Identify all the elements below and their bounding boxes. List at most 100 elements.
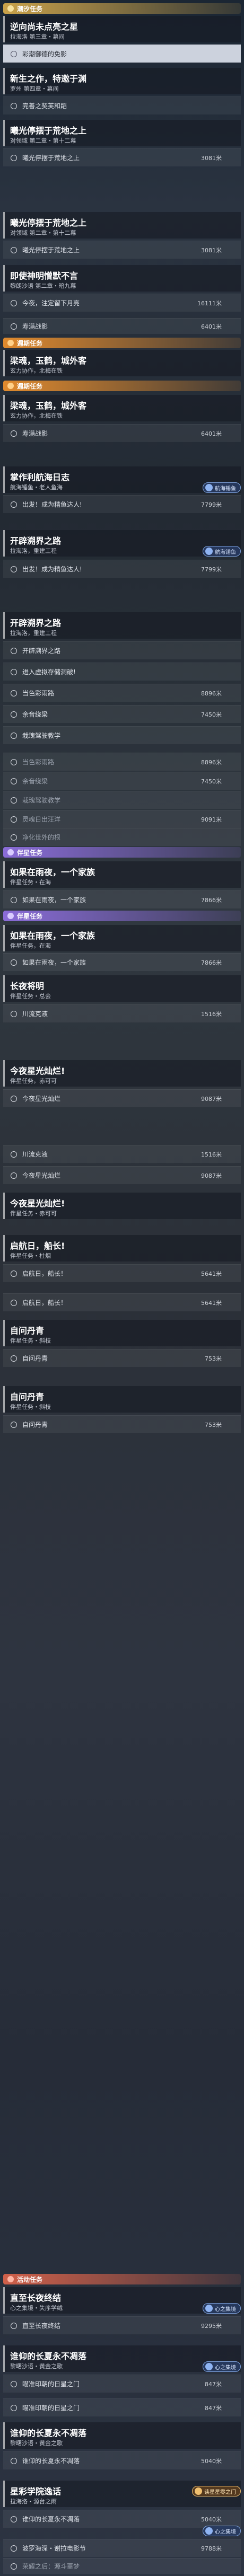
checkbox-icon xyxy=(11,711,17,718)
badge-label: 心之集境 xyxy=(215,2306,236,2313)
badge-label: 读星星零之门 xyxy=(204,2489,236,2495)
objective-row[interactable]: 灵魂日出汪洋 9091米 xyxy=(3,810,241,828)
checkbox-icon xyxy=(11,732,17,739)
objective-row[interactable]: 波罗海深・谢拉电影节 9788米 xyxy=(3,2539,241,2557)
objective-text: 启航日，船长！ xyxy=(22,1299,67,1307)
checkbox-icon xyxy=(11,1172,17,1179)
fish-badge[interactable]: 航海锤鱼 xyxy=(203,546,241,557)
distance-value: 7866米 xyxy=(201,959,222,966)
objective-row[interactable]: 余音绕梁 7450米 xyxy=(3,772,241,790)
footer-row[interactable]: 荣耀之后：源斗噩梦 xyxy=(3,2558,241,2574)
objective-row[interactable]: 栽瑰驾驶教学 xyxy=(3,791,241,809)
objective-row[interactable]: 当色彩雨路 8896米 xyxy=(3,684,241,702)
objective-row[interactable]: 启航日，船长！ 5641米 xyxy=(3,1293,241,1311)
quest-card[interactable]: 如果在雨夜，一个家族 伴星任务，在海 xyxy=(3,925,241,951)
objective-row[interactable]: 自问丹青 753米 xyxy=(3,1415,241,1433)
objective-row[interactable]: 瞄准印朝的日星之门 847米 xyxy=(3,2398,241,2416)
section-title: 潮汐任务 xyxy=(17,5,43,13)
objective-row[interactable]: 今夜星光灿烂 9087米 xyxy=(3,1166,241,1184)
quest-subtitle: 黎曙沙语・黄金之歌 xyxy=(10,2363,63,2370)
heart-badge[interactable]: 心之集境 xyxy=(203,2526,241,2536)
objective-row[interactable]: 当色彩雨路 8896米 xyxy=(3,753,241,771)
objective-row[interactable]: 进入虚拟存储洞破! xyxy=(3,663,241,681)
section-header-event[interactable]: 活动任务 xyxy=(3,2274,241,2284)
quest-card[interactable]: 开辟溯界之路 拉海洛，重建工程 xyxy=(3,612,241,639)
quest-card[interactable]: 曦光停摆于荒地之上 对领域 第二章・第十二幕 xyxy=(3,212,241,239)
heart-badge[interactable]: 心之集境 xyxy=(203,2303,241,2314)
objective-row[interactable]: 谁仰的长夏永不凋落 5040米 xyxy=(3,2451,241,2469)
quest-title: 掌作利航海日志 xyxy=(10,472,70,482)
objective-row[interactable]: 启航日，船长！ 5641米 xyxy=(3,1264,241,1282)
star-badge[interactable]: 读星星零之门 xyxy=(192,2486,241,2496)
section-header-companion[interactable]: 伴星任务 xyxy=(3,847,241,858)
checkbox-icon xyxy=(11,1095,17,1102)
objective-text: 出发！成为精鱼达人! xyxy=(22,566,82,573)
objective-row[interactable]: 曦光停摆于荒地之上 3081米 xyxy=(3,148,241,166)
objective-row[interactable]: 净化世外的根 xyxy=(3,828,241,846)
quest-card[interactable]: 梁魂，玉鹤，城外客 玄力协作，北梅在铁 xyxy=(3,350,241,376)
quest-title: 梁魂，玉鹤，城外客 xyxy=(10,401,87,411)
quest-card[interactable]: 如果在雨夜，一个家族 伴星任务・在海 xyxy=(3,861,241,888)
objective-text: 栽瑰驾驶教学 xyxy=(22,797,61,804)
objective-row[interactable]: 曦光停摆于荒地之上 3081米 xyxy=(3,241,241,259)
distance-value: 847米 xyxy=(205,2404,222,2412)
objective-row[interactable]: 完善之契芙和蹈 xyxy=(3,96,241,114)
quest-card[interactable]: 自问丹青 伴星任务・斜枝 xyxy=(3,1320,241,1346)
heart-badge[interactable]: 心之集境 xyxy=(203,2361,241,2372)
quest-card[interactable]: 长夜将明 伴星任务・总会 xyxy=(3,975,241,1002)
companion-icon xyxy=(7,913,14,919)
objective-row[interactable]: 寿满战影 6401米 xyxy=(3,318,241,334)
checkbox-icon xyxy=(11,1151,17,1158)
distance-value: 9091米 xyxy=(201,816,222,823)
quest-title: 今夜星光灿烂! xyxy=(10,1198,65,1208)
objective-text: 瞄准印朝的日星之门 xyxy=(22,2404,80,2412)
objective-row[interactable]: 彩潮御德的免影 xyxy=(3,45,241,63)
objective-text: 栽瑰驾驶教学 xyxy=(22,732,61,739)
quest-card[interactable]: 逆向尚未点亮之星 拉海洛 第三章・幕间 xyxy=(3,16,241,42)
quest-title: 即使神明憎默不言 xyxy=(10,271,79,281)
objective-row[interactable]: 栽瑰驾驶教学 xyxy=(3,726,241,744)
section-title: 週期任务 xyxy=(17,339,43,347)
quest-card[interactable]: 梁魂，玉鹤，城外客 玄力协作，北梅在铁 xyxy=(3,395,241,421)
quest-card[interactable]: 曦光停摆于荒地之上 对领域 第二章・第十二幕 xyxy=(3,120,241,146)
section-header-tidal[interactable]: 潮汐任务 xyxy=(3,3,241,14)
objective-row[interactable]: 自问丹青 753米 xyxy=(3,1349,241,1367)
quest-card[interactable]: 自问丹青 伴星任务・斜枝 xyxy=(3,1386,241,1413)
quest-card[interactable]: 今夜星光灿烂! 伴星任务，赤可可 xyxy=(3,1060,241,1087)
distance-value: 1516米 xyxy=(201,1151,222,1158)
objective-row[interactable]: 瞄准印朝的日星之门 847米 xyxy=(3,2375,241,2393)
objective-row[interactable]: 直至长夜终结 9295米 xyxy=(3,2316,241,2334)
checkbox-icon xyxy=(11,1270,17,1277)
objective-row[interactable]: 谁仰的长夏永不凋落 5040米 xyxy=(3,2510,241,2528)
badge-label: 心之集境 xyxy=(215,2529,236,2535)
objective-row[interactable]: 出发！成为精鱼达人! 7799米 xyxy=(3,495,241,513)
objective-row[interactable]: 开辟溯界之路 xyxy=(3,641,241,659)
checkbox-icon xyxy=(11,501,17,508)
objective-row[interactable]: 今夜，注定留下月亮 16111米 xyxy=(3,294,241,312)
objective-row[interactable]: 川流克液 1516米 xyxy=(3,1004,241,1022)
objective-row[interactable]: 寿满战影 6401米 xyxy=(3,424,241,442)
quest-card[interactable]: 新生之作，特邀于渊 罗州 第四章・幕间 xyxy=(3,68,241,94)
quest-card[interactable]: 启航日，船长! 伴星任务・杜烟 xyxy=(3,1235,241,1261)
section-header-companion-2[interactable]: 伴星任务 xyxy=(3,911,241,921)
quest-subtitle: 对领域 第二章・第十二幕 xyxy=(10,230,76,236)
objective-row[interactable]: 余音绕梁 7450米 xyxy=(3,705,241,723)
objective-row[interactable]: 今夜星光灿烂 9087米 xyxy=(3,1089,241,1107)
objective-row[interactable]: 如果在雨夜，一个家族 7866米 xyxy=(3,953,241,971)
section-header-periodic-2[interactable]: 週期任务 xyxy=(3,381,241,391)
quest-card[interactable]: 今夜星光灿烂! 伴星任务・赤可可 xyxy=(3,1193,241,1219)
objective-row[interactable]: 出发！成为精鱼达人! 7799米 xyxy=(3,560,241,578)
objective-row[interactable]: 川流克液 1516米 xyxy=(3,1145,241,1163)
objective-text: 川流克液 xyxy=(22,1010,48,1018)
fish-badge[interactable]: 航海锤鱼 xyxy=(203,482,241,493)
objective-text: 如果在雨夜，一个家族 xyxy=(22,959,86,966)
quest-card[interactable]: 谁仰的长夏永不凋落 黎曙沙语・黄金之歌 xyxy=(3,2422,241,2449)
objective-row[interactable]: 如果在雨夜，一个家族 7866米 xyxy=(3,890,241,908)
quest-subtitle: 伴星任务・杜烟 xyxy=(10,1252,51,1259)
objective-text: 余音绕梁 xyxy=(22,711,48,718)
event-icon xyxy=(7,2276,14,2282)
quest-card[interactable]: 即使神明憎默不言 黎朗沙语 第二章・暗九幕 xyxy=(3,265,241,292)
section-header-periodic[interactable]: 週期任务 xyxy=(3,338,241,348)
objective-text: 寿满战影 xyxy=(22,323,48,330)
quest-title: 如果在雨夜，一个家族 xyxy=(10,931,95,941)
